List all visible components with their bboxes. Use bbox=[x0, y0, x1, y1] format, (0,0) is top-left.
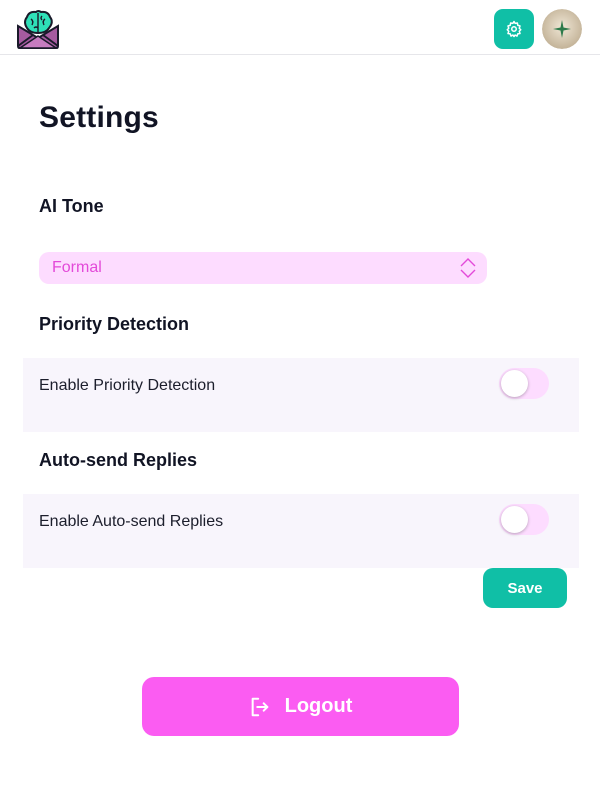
chevron-up-down-icon bbox=[460, 258, 476, 278]
page-title: Settings bbox=[39, 101, 159, 134]
logout-button[interactable]: Logout bbox=[142, 677, 459, 736]
user-avatar[interactable] bbox=[542, 9, 582, 49]
auto-send-label: Enable Auto-send Replies bbox=[39, 513, 224, 530]
priority-detection-toggle[interactable] bbox=[499, 368, 549, 399]
auto-send-toggle[interactable] bbox=[499, 504, 549, 535]
save-button[interactable]: Save bbox=[483, 568, 567, 608]
logout-icon bbox=[251, 697, 268, 716]
toggle-knob bbox=[501, 506, 528, 533]
auto-send-row: Enable Auto-send Replies bbox=[23, 494, 579, 568]
ai-tone-select[interactable]: Formal bbox=[39, 252, 487, 284]
priority-detection-heading: Priority Detection bbox=[39, 314, 190, 334]
ai-tone-selected-value: Formal bbox=[52, 259, 102, 276]
priority-detection-label: Enable Priority Detection bbox=[39, 377, 216, 394]
ai-tone-heading: AI Tone bbox=[39, 196, 104, 216]
top-bar bbox=[0, 0, 600, 55]
priority-detection-row: Enable Priority Detection bbox=[23, 358, 579, 432]
brain-envelope-logo-icon[interactable] bbox=[15, 8, 61, 50]
auto-send-heading: Auto-send Replies bbox=[39, 450, 198, 470]
toggle-knob bbox=[501, 370, 528, 397]
settings-button[interactable] bbox=[494, 9, 534, 49]
gear-icon bbox=[506, 20, 522, 38]
logout-label: Logout bbox=[284, 695, 353, 717]
